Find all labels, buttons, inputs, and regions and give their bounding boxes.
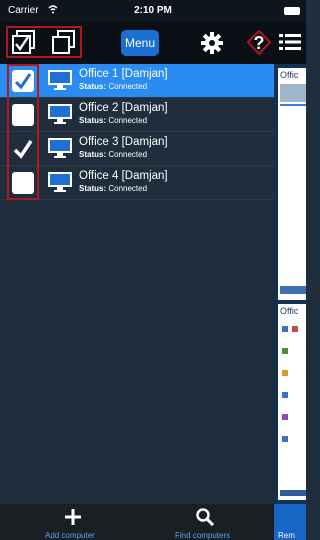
computer-name: Office 3 [Damjan] xyxy=(79,136,168,148)
svg-text:?: ? xyxy=(254,33,265,53)
preview-title: Offic xyxy=(280,70,299,80)
bottom-toolbar: Add computer Find computers xyxy=(0,504,306,540)
search-icon[interactable] xyxy=(196,508,214,526)
select-all-icon[interactable] xyxy=(12,30,36,54)
computer-name: Office 4 [Damjan] xyxy=(79,170,168,182)
preview-panel: Offic Offic xyxy=(274,64,306,504)
monitor-icon xyxy=(48,138,72,158)
add-computer-button[interactable]: Add computer xyxy=(45,531,95,540)
preview-title: Offic xyxy=(280,306,299,316)
checkbox-column-highlight xyxy=(7,64,39,200)
computer-row[interactable]: Office 3 [Damjan] Status: Connected xyxy=(0,132,274,166)
preview-card[interactable]: Offic xyxy=(278,304,306,500)
computer-status: Status: Connected xyxy=(79,150,148,159)
computer-status: Status: Connected xyxy=(79,116,148,125)
list-view-icon[interactable] xyxy=(279,32,301,52)
monitor-icon xyxy=(48,104,72,124)
preview-screen xyxy=(280,318,306,498)
find-computers-button[interactable]: Find computers xyxy=(175,531,230,540)
remote-tab-label: Rem xyxy=(278,531,295,540)
computer-name: Office 1 [Damjan] xyxy=(79,68,168,80)
preview-screen xyxy=(280,82,306,298)
gear-icon[interactable] xyxy=(201,32,223,54)
help-icon[interactable]: ? xyxy=(247,30,271,56)
computer-status: Status: Connected xyxy=(79,82,148,91)
computer-row[interactable]: Office 4 [Damjan] Status: Connected xyxy=(0,166,274,200)
clock: 2:10 PM xyxy=(134,5,172,16)
preview-card[interactable]: Offic xyxy=(278,68,306,300)
remote-tab[interactable]: Rem xyxy=(274,504,306,540)
toolbar: Menu ? xyxy=(0,22,306,64)
monitor-icon xyxy=(48,70,72,90)
battery-icon xyxy=(284,7,300,15)
computer-row[interactable]: Office 2 [Damjan] Status: Connected xyxy=(0,98,274,132)
menu-button[interactable]: Menu xyxy=(121,30,159,56)
computer-name: Office 2 [Damjan] xyxy=(79,102,168,114)
computer-row[interactable]: Office 1 [Damjan] Status: Connected xyxy=(0,64,274,98)
monitor-icon xyxy=(48,172,72,192)
status-bar: Carrier 2:10 PM xyxy=(0,0,306,22)
computer-status: Status: Connected xyxy=(79,184,148,193)
computer-list: Office 1 [Damjan] Status: Connected Offi… xyxy=(0,64,274,504)
plus-icon[interactable] xyxy=(64,508,82,526)
deselect-all-icon[interactable] xyxy=(52,30,76,54)
